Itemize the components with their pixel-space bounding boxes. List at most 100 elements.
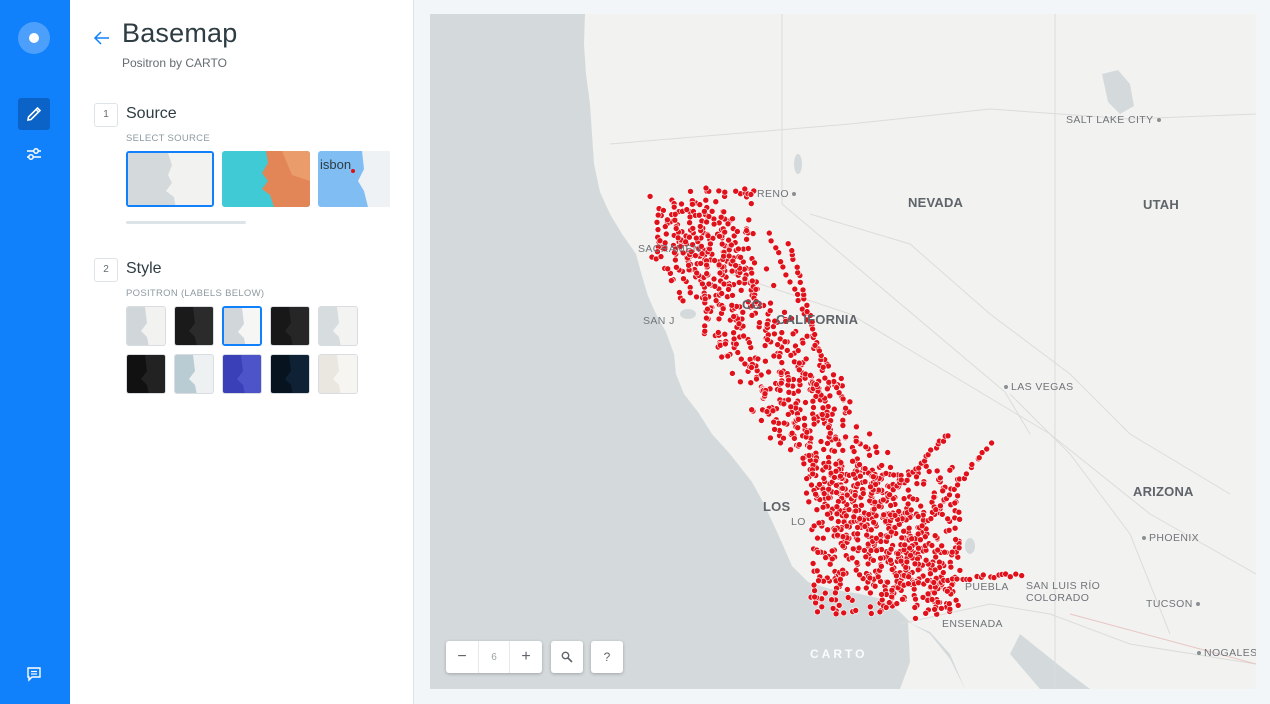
map-point bbox=[872, 443, 880, 451]
map-view[interactable]: SALT LAKE CITY RENO NEVADA UTAH SACRAMEN… bbox=[430, 14, 1256, 689]
map-point bbox=[854, 536, 862, 544]
map-point bbox=[903, 476, 911, 484]
map-point bbox=[839, 570, 847, 578]
map-point bbox=[748, 277, 756, 285]
map-point bbox=[653, 219, 661, 226]
carto-logo-icon[interactable] bbox=[18, 22, 50, 54]
map-point bbox=[748, 364, 755, 371]
style-swatch[interactable] bbox=[222, 354, 262, 394]
map-point bbox=[664, 265, 671, 273]
map-point bbox=[911, 560, 919, 568]
zoom-in-button[interactable]: + bbox=[510, 641, 542, 673]
map-point bbox=[903, 558, 911, 566]
map-point bbox=[862, 584, 870, 592]
source-carousel: isbon bbox=[126, 151, 390, 207]
map-point bbox=[930, 579, 938, 586]
carousel-scrollbar[interactable] bbox=[126, 221, 246, 224]
page-title: Basemap bbox=[122, 18, 238, 48]
map-point bbox=[839, 447, 847, 454]
style-swatch[interactable] bbox=[174, 354, 214, 394]
map-point bbox=[799, 286, 807, 294]
map-point bbox=[701, 327, 709, 335]
map-point bbox=[791, 285, 799, 293]
zoom-control: − 6 + bbox=[446, 641, 542, 673]
map-point bbox=[867, 589, 874, 597]
map-point bbox=[834, 518, 842, 525]
map-point bbox=[834, 531, 841, 539]
map-label: LO bbox=[791, 516, 806, 528]
search-button[interactable] bbox=[551, 641, 583, 673]
source-option-here[interactable]: isbon bbox=[318, 151, 390, 207]
map-point bbox=[763, 320, 771, 328]
page-subtitle: Positron by CARTO bbox=[122, 56, 227, 70]
style-swatch[interactable] bbox=[126, 306, 166, 346]
chat-icon[interactable] bbox=[18, 658, 50, 690]
map-point bbox=[705, 280, 713, 288]
map-point bbox=[807, 371, 814, 379]
map-point bbox=[826, 392, 834, 400]
map-point bbox=[917, 502, 925, 510]
map-point bbox=[809, 397, 817, 405]
map-label: LOS bbox=[763, 499, 791, 514]
map-point bbox=[955, 544, 963, 552]
map-point bbox=[811, 587, 818, 594]
map-label: COLORADO bbox=[1026, 592, 1090, 604]
style-swatch[interactable] bbox=[270, 354, 310, 394]
map-point bbox=[897, 476, 905, 484]
map-label-state: UTAH bbox=[1143, 197, 1179, 212]
map-point bbox=[732, 187, 740, 195]
map-point bbox=[842, 404, 849, 412]
map-point bbox=[856, 515, 864, 522]
section-subtitle-source: SELECT SOURCE bbox=[126, 133, 210, 144]
back-arrow-icon[interactable] bbox=[92, 28, 112, 48]
map-point bbox=[796, 376, 803, 384]
map-point bbox=[668, 277, 675, 284]
map-point bbox=[839, 395, 847, 403]
source-option-stamen[interactable] bbox=[222, 151, 310, 207]
map-point bbox=[912, 615, 919, 622]
map-point bbox=[702, 184, 710, 192]
map-point bbox=[898, 534, 906, 542]
style-swatch[interactable] bbox=[318, 306, 358, 346]
map-point bbox=[815, 577, 822, 585]
map-point bbox=[956, 515, 963, 523]
map-point bbox=[670, 203, 678, 211]
map-point bbox=[835, 441, 843, 448]
map-point bbox=[725, 252, 733, 260]
style-swatch[interactable] bbox=[126, 354, 166, 394]
map-point bbox=[813, 381, 820, 388]
map-point bbox=[676, 289, 683, 296]
map-point bbox=[873, 547, 881, 554]
basemap-panel: Basemap Positron by CARTO 1 Source SELEC… bbox=[70, 0, 414, 704]
style-swatch[interactable] bbox=[270, 306, 310, 346]
map-point bbox=[719, 305, 727, 313]
map-point bbox=[852, 507, 860, 515]
style-swatch[interactable] bbox=[174, 306, 214, 346]
map-point bbox=[844, 586, 851, 593]
map-point bbox=[784, 240, 792, 247]
map-point bbox=[811, 593, 818, 601]
map-point bbox=[763, 408, 771, 415]
map-point bbox=[786, 278, 794, 286]
zoom-out-button[interactable]: − bbox=[446, 641, 478, 673]
map-point bbox=[800, 460, 808, 468]
style-swatch-selected[interactable] bbox=[222, 306, 262, 346]
style-swatch[interactable] bbox=[318, 354, 358, 394]
map-point bbox=[914, 530, 922, 538]
map-point bbox=[831, 447, 838, 455]
source-option-carto[interactable] bbox=[126, 151, 214, 207]
map-point bbox=[767, 434, 774, 442]
sliders-icon[interactable] bbox=[18, 138, 50, 170]
help-button[interactable]: ? bbox=[591, 641, 623, 673]
map-point bbox=[718, 353, 726, 361]
map-point bbox=[870, 473, 877, 481]
pencil-icon[interactable] bbox=[18, 98, 50, 130]
map-point bbox=[721, 188, 729, 196]
map-point bbox=[685, 262, 692, 269]
map-point bbox=[777, 439, 784, 447]
map-point bbox=[747, 191, 755, 198]
map-point bbox=[866, 574, 874, 582]
map-point bbox=[832, 589, 839, 597]
map-point bbox=[715, 261, 723, 269]
map-point bbox=[747, 200, 755, 207]
